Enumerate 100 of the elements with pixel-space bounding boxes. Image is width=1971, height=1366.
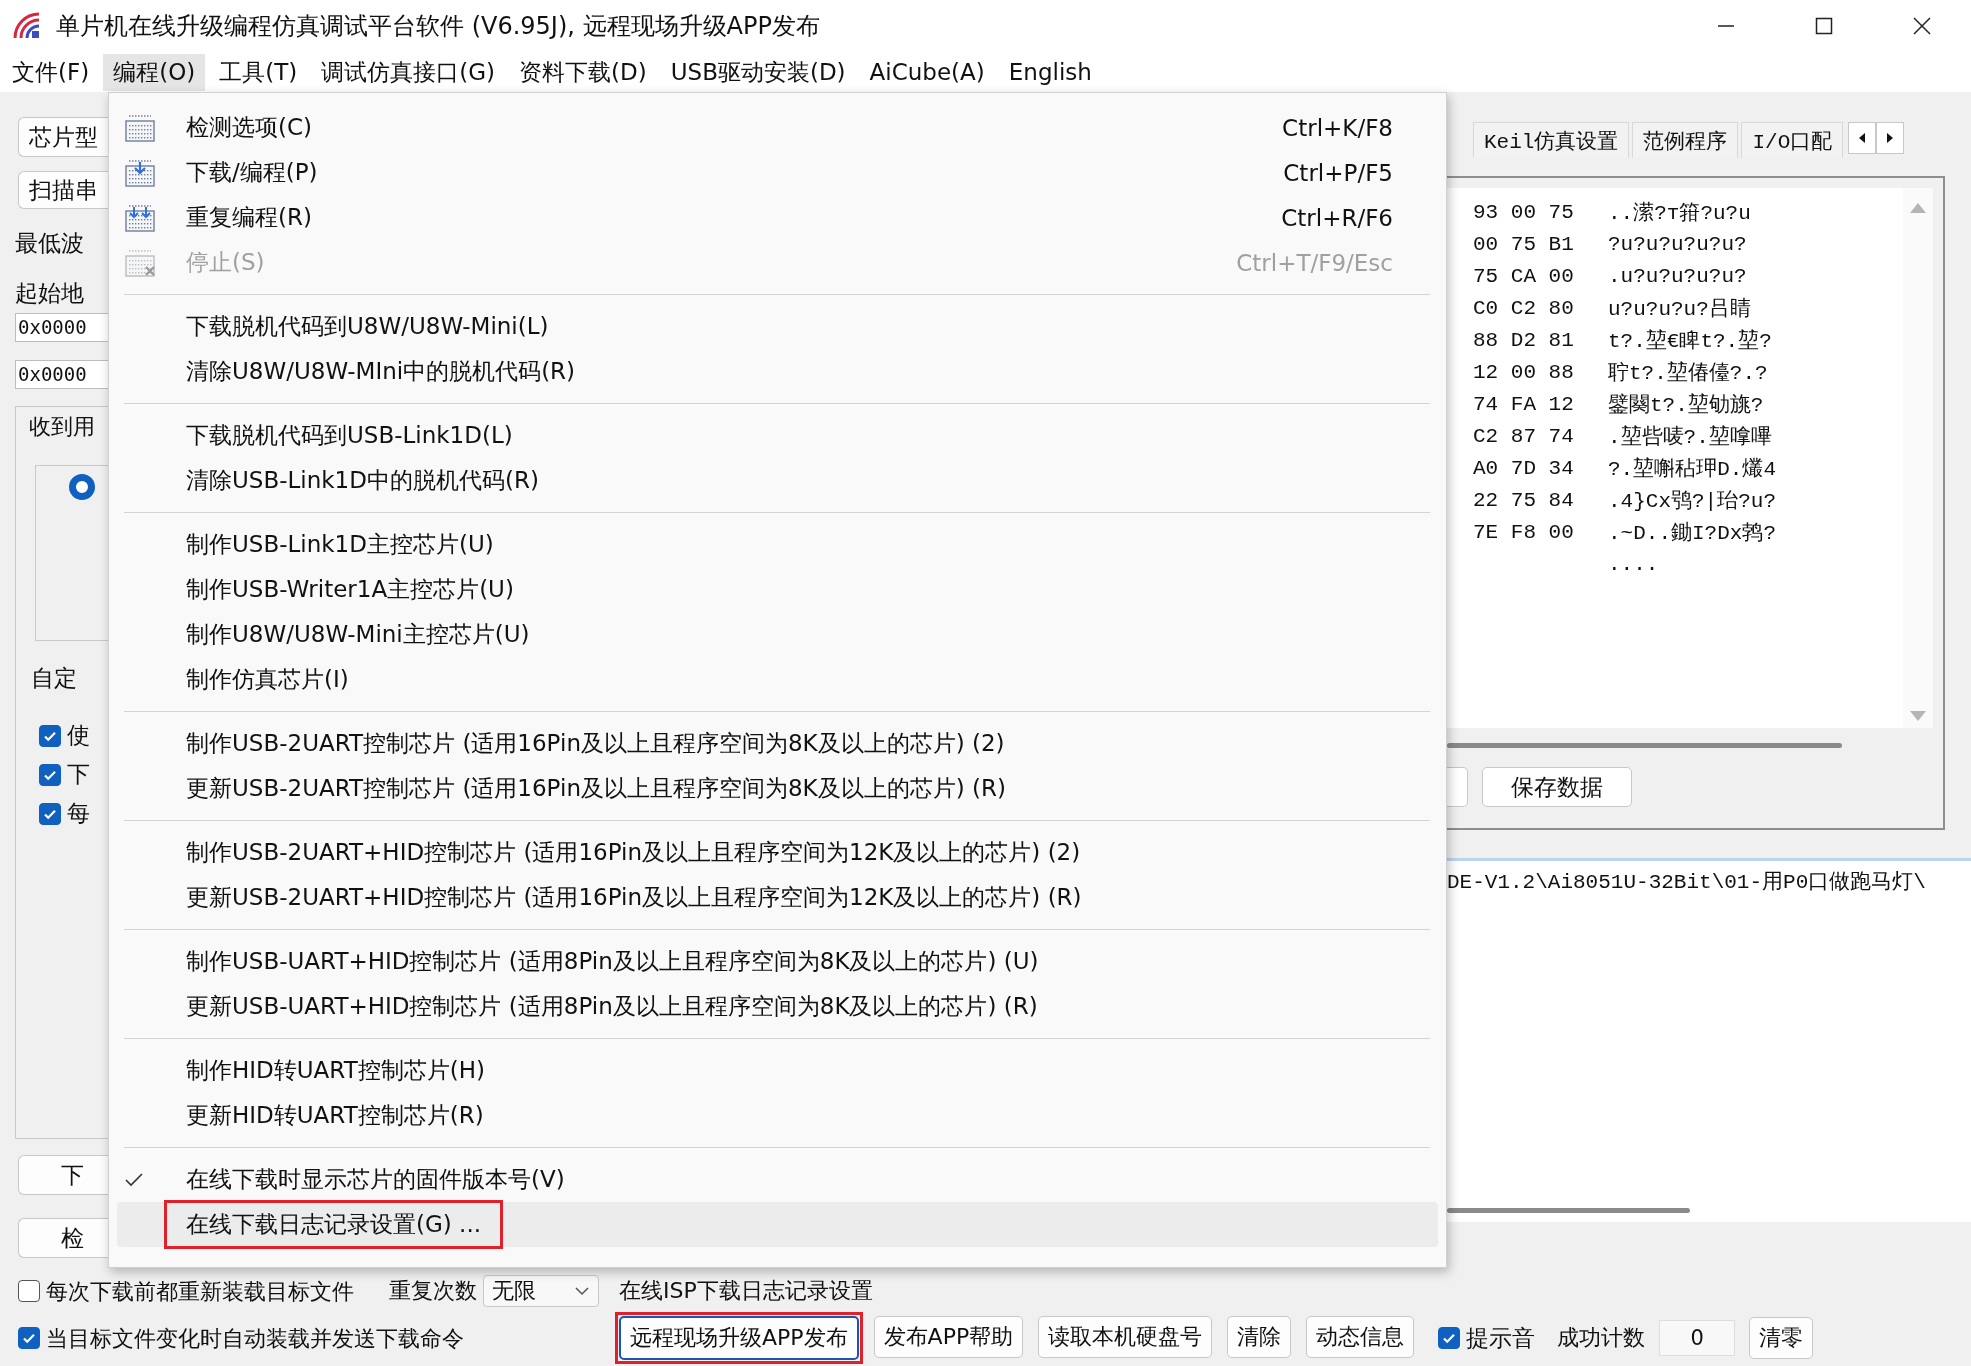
- menu-item[interactable]: 更新USB-UART+HID控制芯片 (适用8Pin及以上且程序空间为8K及以上的芯片) (R): [117, 984, 1438, 1029]
- ascii-text: ..潆?т箝?u?u: [1608, 200, 1751, 226]
- menu-item[interactable]: 重复编程(R) Ctrl+R/F6: [117, 195, 1438, 240]
- group-label: 收到用: [29, 413, 96, 441]
- input-field[interactable]: 0x0000: [15, 360, 108, 389]
- button[interactable]: 下: [18, 1155, 108, 1195]
- ascii-text: .4}Cx鸮?|珆?u?: [1608, 489, 1777, 514]
- tab[interactable]: Keil仿真设置: [1473, 122, 1630, 158]
- menu-item[interactable]: 制作仿真芯片(I): [117, 657, 1438, 702]
- menu-item[interactable]: 下载/编程(P) Ctrl+P/F5: [117, 150, 1438, 195]
- menu-item[interactable]: 下载脱机代码到USB-Link1D(L): [117, 413, 1438, 458]
- menu-item[interactable]: 在线下载时显示芯片的固件版本号(V): [117, 1157, 1438, 1202]
- chevron-down-icon: [574, 1286, 590, 1296]
- dropdown[interactable]: 无限: [483, 1275, 599, 1307]
- ascii-text: t?.堃€睥t?.堃?: [1608, 328, 1772, 354]
- hex-bytes: 7E F8 00: [1472, 520, 1575, 544]
- label: 成功计数: [1557, 1324, 1646, 1352]
- ascii-text: ....: [1608, 552, 1659, 576]
- hex-bytes: A0 7D 34: [1472, 456, 1575, 480]
- menu-item[interactable]: 清除USB-Link1D中的脱机代码(R): [117, 458, 1438, 503]
- tray-cross-icon: [124, 247, 156, 278]
- menu-bar-item[interactable]: USB驱动安装(D): [660, 53, 856, 91]
- checkbox-label: 提示音: [1466, 1325, 1536, 1351]
- hex-bytes: 75 CA 00: [1472, 264, 1575, 288]
- menu-bar-item[interactable]: 调试仿真接口(G): [311, 53, 506, 91]
- ascii-text: ?u?u?u?u?u?: [1608, 232, 1747, 256]
- radio-button[interactable]: [69, 474, 95, 500]
- hex-bytes: C2 87 74: [1472, 424, 1575, 448]
- ascii-text: 聍t?.堃偆儓?.?: [1608, 360, 1768, 386]
- ascii-text: ?.堃嘝秥玾D.爜4: [1608, 456, 1776, 482]
- button[interactable]: 读取本机硬盘号: [1038, 1316, 1213, 1358]
- close-icon[interactable]: [1912, 16, 1932, 36]
- scroll-right-button[interactable]: [1876, 122, 1905, 154]
- button[interactable]: 扫描串: [18, 171, 108, 209]
- hex-bytes: C0 C2 80: [1472, 296, 1575, 320]
- hex-bytes: 12 00 88: [1472, 360, 1575, 384]
- menu-bar-item[interactable]: 资料下载(D): [509, 53, 657, 91]
- menu-item[interactable]: 在线下载日志记录设置(G) ...: [117, 1202, 1438, 1247]
- maximize-icon[interactable]: [1814, 16, 1834, 36]
- menu-item[interactable]: 清除U8W/U8W-MIni中的脱机代码(R): [117, 349, 1438, 394]
- menu-item[interactable]: 下载脱机代码到U8W/U8W-Mini(L): [117, 304, 1438, 349]
- tray-arrow-icon: [124, 157, 156, 188]
- checkbox[interactable]: [18, 1280, 40, 1302]
- ascii-text: u?u?u?u?吕睛: [1608, 296, 1751, 322]
- count-field: 0: [1659, 1320, 1736, 1356]
- scrollbar-thumb[interactable]: [1447, 1207, 1690, 1213]
- menu-item[interactable]: 更新USB-2UART+HID控制芯片 (适用16Pin及以上且程序空间为12K及以上的芯片) (R): [117, 875, 1438, 920]
- input-field[interactable]: 0x0000: [15, 313, 108, 342]
- label: 起始地: [15, 279, 85, 307]
- button[interactable]: 清除: [1227, 1316, 1292, 1358]
- menu-bar-item[interactable]: AiCube(A): [859, 56, 995, 88]
- tab[interactable]: 范例程序: [1632, 122, 1739, 158]
- checkbox-label: 下: [67, 762, 90, 787]
- menu-bar-item[interactable]: 编程(O): [103, 53, 206, 91]
- menu-item[interactable]: 制作USB-UART+HID控制芯片 (适用8Pin及以上且程序空间为8K及以上的芯片) (U): [117, 939, 1438, 984]
- button[interactable]: 动态信息: [1306, 1316, 1415, 1358]
- checkbox[interactable]: [39, 802, 61, 825]
- ascii-text: .堃呰唛?.堃嗱嗶: [1608, 424, 1772, 450]
- label: 重复次数: [389, 1277, 477, 1305]
- hex-bytes: 88 D2 81: [1472, 328, 1575, 352]
- checkbox-label: 当目标文件变化时自动装载并发送下载命令: [46, 1325, 464, 1351]
- checkbox[interactable]: [39, 724, 61, 747]
- checkbox-label: 使: [67, 723, 90, 748]
- checkbox[interactable]: [18, 1327, 40, 1349]
- tray-icon: [124, 112, 156, 143]
- scrollbar-thumb[interactable]: [1447, 742, 1842, 748]
- menu-item[interactable]: 更新USB-2UART控制芯片 (适用16Pin及以上且程序空间为8K及以上的芯片) (R): [117, 766, 1438, 811]
- ascii-text: 鐾闋t?.堃劬旐?: [1608, 392, 1764, 418]
- menu-item[interactable]: 更新HID转UART控制芯片(R): [117, 1093, 1438, 1138]
- checkbox-label: 每次下载前都重新装载目标文件: [46, 1278, 354, 1304]
- menu-item[interactable]: 制作U8W/U8W-Mini主控芯片(U): [117, 612, 1438, 657]
- button[interactable]: 清零: [1749, 1317, 1814, 1359]
- menu-item[interactable]: 制作USB-Link1D主控芯片(U): [117, 522, 1438, 567]
- hex-bytes: 00 75 B1: [1472, 232, 1575, 256]
- tray-arrows-icon: [124, 202, 156, 233]
- menu-bar-item[interactable]: 工具(T): [209, 53, 308, 91]
- window-title: 单片机在线升级编程仿真调试平台软件 (V6.95J), 远程现场升级APP发布: [56, 11, 820, 42]
- button[interactable]: 发布APP帮助: [873, 1316, 1024, 1358]
- checkbox[interactable]: [1438, 1327, 1461, 1349]
- ascii-text: .~D..鋤I?Dx鹁?: [1608, 520, 1777, 546]
- checkbox[interactable]: [39, 763, 61, 786]
- checkbox-label: 每: [67, 801, 90, 826]
- menu-item[interactable]: 制作USB-Writer1A主控芯片(U): [117, 567, 1438, 612]
- hex-bytes: 93 00 75: [1472, 200, 1575, 224]
- menu-item[interactable]: 制作USB-2UART控制芯片 (适用16Pin及以上且程序空间为8K及以上的芯片) (2): [117, 721, 1438, 766]
- scroll-left-button[interactable]: [1848, 122, 1877, 154]
- menu-bar-item[interactable]: English: [998, 56, 1102, 88]
- button[interactable]: 保存数据: [1482, 767, 1632, 807]
- label: 自定: [31, 664, 78, 692]
- menu-item[interactable]: 检测选项(C) Ctrl+K/F8: [117, 105, 1438, 150]
- button[interactable]: 检: [18, 1218, 108, 1258]
- hex-bytes: 22 75 84: [1472, 488, 1575, 512]
- menu-bar-item[interactable]: 文件(F): [2, 53, 100, 91]
- log-line: DE-V1.2\Ai8051U-32Bit\01-用P0口做跑马灯\: [1447, 870, 1927, 896]
- button[interactable]: 芯片型: [18, 117, 108, 157]
- menu-item[interactable]: 制作USB-2UART+HID控制芯片 (适用16Pin及以上且程序空间为12K及以上的芯片) (2): [117, 830, 1438, 875]
- triangle-left-icon: [1857, 132, 1868, 144]
- app-logo-icon: [12, 11, 42, 41]
- menu-item[interactable]: 制作HID转UART控制芯片(H): [117, 1048, 1438, 1093]
- tab[interactable]: I/O口配: [1741, 122, 1844, 158]
